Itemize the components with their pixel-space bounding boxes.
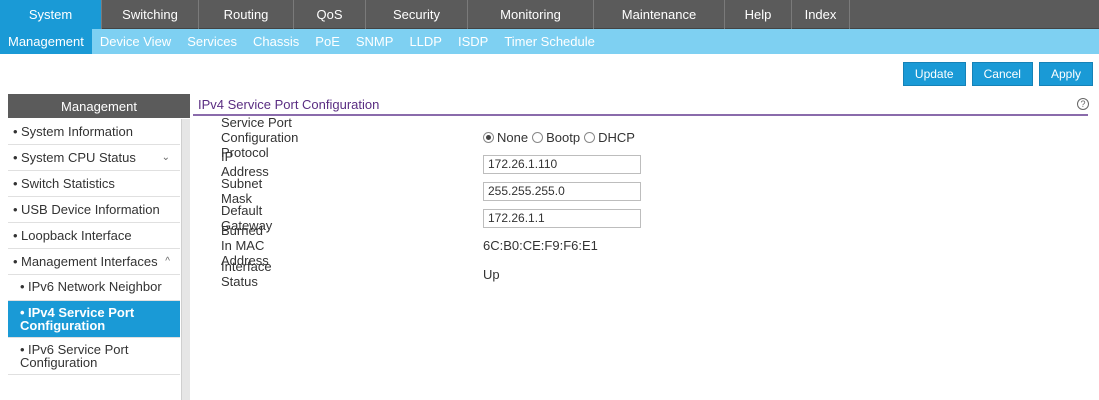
tab-qos[interactable]: QoS [294,0,366,29]
sidebar-item-label: Switch Statistics [21,176,115,191]
ip-row: IP Address [221,149,641,179]
tab-routing[interactable]: Routing [199,0,294,29]
default-gateway-input[interactable] [483,208,641,228]
radio-icon[interactable] [584,131,596,143]
mac-row: Burned In MAC Address 6C:B0:CE:F9:F6:E1 [221,223,598,268]
sidebar-item-usb-device-information[interactable]: • USB Device Information [8,197,180,223]
sidebar: Management • System Information • System C… [8,94,190,400]
content-panel: IPv4 Service Port Configuration ? Servic… [193,94,1099,289]
tab-maintenance[interactable]: Maintenance [594,0,725,29]
action-bar: Update Cancel Apply [902,62,1093,86]
radio-label: DHCP [598,129,635,145]
sidebar-item-system-cpu-status[interactable]: • System CPU Status ⌄ [8,145,180,171]
mac-value: 6C:B0:CE:F9:F6:E1 [483,237,598,253]
subnav-poe[interactable]: PoE [307,29,348,54]
subnet-mask-input[interactable] [483,181,641,201]
bullet-icon: • [13,254,18,269]
subnav-services[interactable]: Services [179,29,245,54]
subnav-management[interactable]: Management [0,29,92,54]
bullet-icon: • [13,202,18,217]
sidebar-item-ipv6-service-port-configuration[interactable]: • IPv6 Service Port Configuration [8,338,180,375]
sub-nav: Management Device View Services Chassis … [0,29,1099,54]
subnav-isdp[interactable]: ISDP [450,29,496,54]
sidebar-scrollbar[interactable] [181,119,190,400]
subnav-snmp[interactable]: SNMP [348,29,402,54]
chevron-up-icon[interactable]: ^ [165,254,170,269]
bullet-icon: • [13,124,18,139]
sidebar-item-label: System CPU Status [21,150,136,165]
tab-security[interactable]: Security [366,0,468,29]
tab-switching[interactable]: Switching [102,0,199,29]
subnav-device-view[interactable]: Device View [92,29,179,54]
tab-help[interactable]: Help [725,0,792,29]
bullet-icon: • [13,176,18,191]
status-label: Interface Status [221,259,272,289]
radio-selected-icon[interactable] [483,131,494,143]
sidebar-item-label: USB Device Information [21,202,160,217]
radio-label: Bootp [546,129,581,145]
chevron-down-icon[interactable]: ⌄ [162,150,170,165]
subnav-chassis[interactable]: Chassis [245,29,307,54]
sidebar-item-label: System Information [21,124,133,139]
cancel-button[interactable]: Cancel [971,62,1033,86]
radio-dhcp[interactable]: DHCP [584,130,635,145]
ip-label: IP Address [221,149,269,179]
sidebar-item-ipv4-service-port-configuration[interactable]: • IPv4 Service Port Configuration [8,301,180,338]
tab-monitoring[interactable]: Monitoring [468,0,594,29]
sidebar-item-label: IPv4 Service Port Configuration [20,305,135,333]
bullet-icon: • [13,228,18,243]
bullet-icon: • [13,150,18,165]
radio-icon[interactable] [532,131,544,143]
subnav-lldp[interactable]: LLDP [401,29,450,54]
sidebar-item-system-information[interactable]: • System Information [8,119,180,145]
mask-label: Subnet Mask [221,176,263,206]
sidebar-item-management-interfaces[interactable]: • Management Interfaces ^ [8,249,180,275]
sidebar-item-switch-statistics[interactable]: • Switch Statistics [8,171,180,197]
sidebar-item-ipv6-network-neighbor[interactable]: • IPv6 Network Neighbor [8,275,180,301]
help-icon[interactable]: ? [1077,98,1089,110]
page-title: IPv4 Service Port Configuration [198,96,380,112]
mask-row: Subnet Mask [221,176,641,206]
sidebar-item-label: IPv6 Service Port Configuration [20,342,129,370]
tab-index[interactable]: Index [792,0,850,29]
top-nav: System Switching Routing QoS Security Mo… [0,0,1099,29]
ip-address-input[interactable] [483,154,641,174]
bullet-icon: • [20,279,25,294]
sidebar-item-loopback-interface[interactable]: • Loopback Interface [8,223,180,249]
update-button[interactable]: Update [902,62,966,86]
sidebar-item-label: IPv6 Network Neighbor [28,279,162,294]
sidebar-header: Management [8,94,190,118]
sidebar-item-label: Management Interfaces [21,254,158,269]
status-row: Interface Status Up [221,259,500,289]
subnav-timer-schedule[interactable]: Timer Schedule [496,29,603,54]
sidebar-item-label: Loopback Interface [21,228,132,243]
title-divider [193,114,1088,116]
sidebar-list: • System Information • System CPU Status ⌄ … [8,119,180,375]
apply-button[interactable]: Apply [1038,62,1093,86]
radio-none[interactable]: None [483,130,528,145]
status-value: Up [483,266,500,282]
radio-label: None [497,129,529,145]
tab-system[interactable]: System [0,0,102,29]
protocol-row: Service Port Configuration Protocol None… [221,115,635,160]
protocol-options: None Bootp DHCP [483,130,639,145]
radio-bootp[interactable]: Bootp [532,130,580,145]
